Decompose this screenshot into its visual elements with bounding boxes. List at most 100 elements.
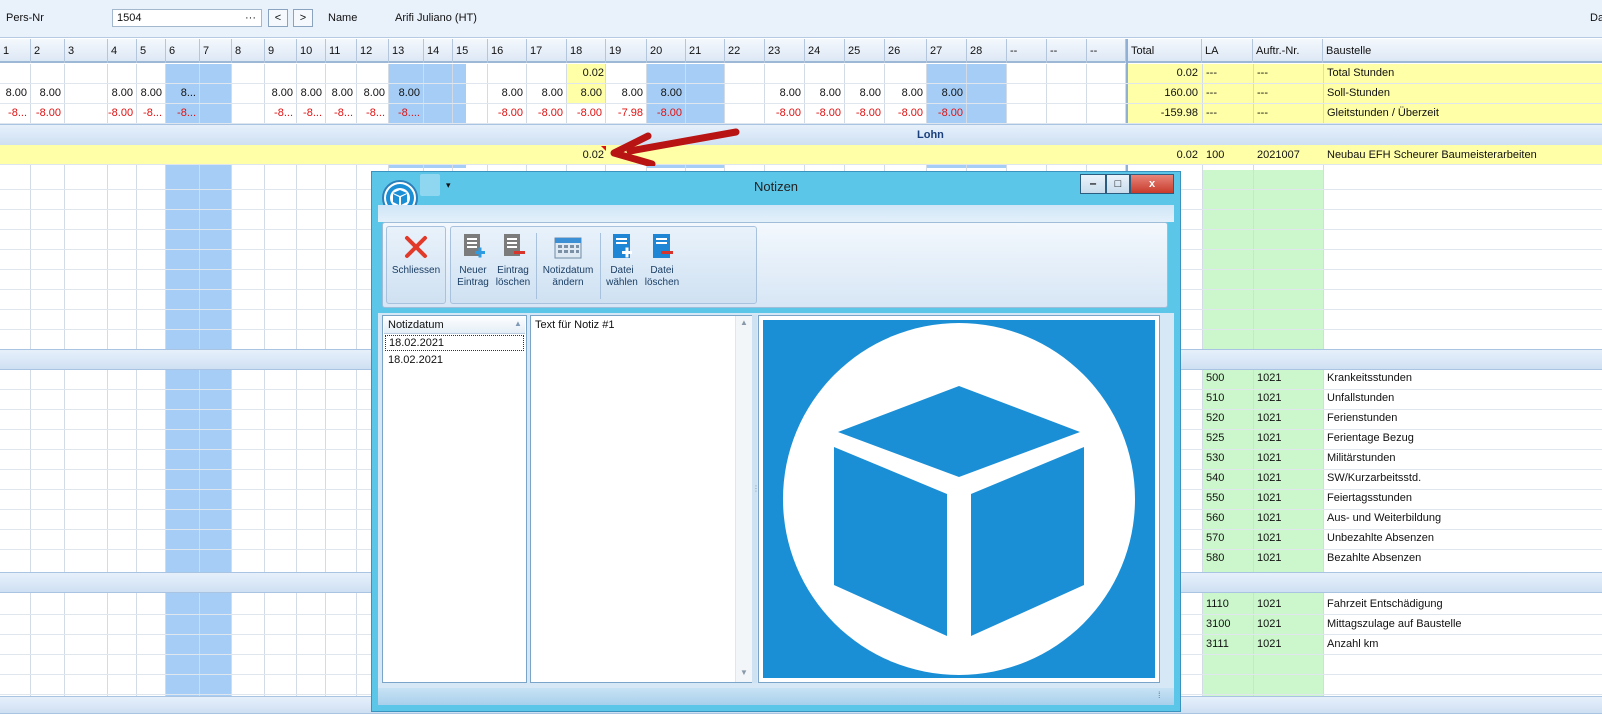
row-la: 550 xyxy=(1206,492,1225,504)
day-header[interactable]: 20 xyxy=(647,39,686,63)
day-header[interactable]: 9 xyxy=(265,39,297,63)
note-date-column-header[interactable]: Notizdatum ▲ xyxy=(384,317,525,334)
day-header[interactable]: 13 xyxy=(389,39,424,63)
delete-entry-label-2: löschen xyxy=(495,277,531,288)
baustelle-header[interactable]: Baustelle xyxy=(1323,39,1602,63)
row-baustelle: Ferienstunden xyxy=(1327,412,1398,424)
maximize-glyph: □ xyxy=(1114,178,1122,190)
row-auftr: 1021 xyxy=(1257,552,1282,564)
day-value: 8.00 xyxy=(5,87,27,99)
day-value: -8... xyxy=(274,107,293,119)
minimize-button[interactable]: ‒ xyxy=(1080,174,1106,194)
next-button[interactable]: > xyxy=(293,9,313,27)
delete-entry-button[interactable]: Eintrag löschen xyxy=(493,231,533,289)
la-header[interactable]: LA xyxy=(1202,39,1253,63)
day-header[interactable]: 27 xyxy=(927,39,967,63)
day-header[interactable]: -- xyxy=(1007,39,1047,63)
annotation-arrow xyxy=(610,128,740,166)
ribbon-separator xyxy=(536,233,537,299)
day-header[interactable]: 16 xyxy=(488,39,527,63)
day-header[interactable]: -- xyxy=(1087,39,1126,63)
day-header[interactable]: 17 xyxy=(527,39,567,63)
note-date-list[interactable]: Notizdatum ▲ 18.02.2021 18.02.2021 xyxy=(382,315,527,683)
calendar-icon xyxy=(554,237,582,259)
day-value: 8... xyxy=(180,87,196,99)
soll-label: Soll-Stunden xyxy=(1327,87,1390,99)
day-header[interactable]: 12 xyxy=(357,39,389,63)
schliessen-label: Schliessen xyxy=(391,265,441,276)
auftr-header[interactable]: Auftr.-Nr. xyxy=(1253,39,1323,63)
note-scrollbar[interactable]: ▲ ▼ xyxy=(735,316,752,682)
day-header[interactable]: 19 xyxy=(606,39,647,63)
lohn-la: 100 xyxy=(1206,149,1225,161)
row-la: 1110 xyxy=(1206,598,1229,610)
day-value: -8.00 xyxy=(497,107,523,119)
day-header[interactable]: 21 xyxy=(686,39,725,63)
day-header[interactable]: 15 xyxy=(453,39,488,63)
day-value: -8.00 xyxy=(897,107,923,119)
day-header[interactable]: 22 xyxy=(725,39,765,63)
delete-entry-label-1: Eintrag xyxy=(497,265,529,276)
row-la: 570 xyxy=(1206,532,1225,544)
choose-file-button[interactable]: Datei wählen xyxy=(604,231,640,289)
note-date-row[interactable]: 18.02.2021 xyxy=(385,352,524,368)
row-la: 520 xyxy=(1206,412,1225,424)
day-header[interactable]: 26 xyxy=(885,39,927,63)
gleit-auftr: --- xyxy=(1257,107,1268,119)
row-la: 560 xyxy=(1206,512,1225,524)
row-la: 525 xyxy=(1206,432,1225,444)
choose-file-label-2: wählen xyxy=(606,277,638,288)
delete-file-label-2: löschen xyxy=(644,277,680,288)
row-la: 500 xyxy=(1206,372,1225,384)
resize-grip-icon[interactable]: ⁞ xyxy=(1158,686,1161,704)
scroll-down-icon[interactable]: ▼ xyxy=(740,664,748,682)
day-header[interactable]: 28 xyxy=(967,39,1007,63)
day-header[interactable]: 6 xyxy=(166,39,200,63)
pane-splitter[interactable]: ⋮ xyxy=(752,315,760,683)
day-value: -8.00 xyxy=(775,107,801,119)
gleit-la: --- xyxy=(1206,107,1217,119)
maximize-button[interactable]: □ xyxy=(1106,174,1130,194)
quick-access-dropdown-icon[interactable]: ▾ xyxy=(446,176,451,194)
close-window-button[interactable]: x xyxy=(1130,174,1174,194)
ellipsis-button[interactable]: ··· xyxy=(245,9,256,27)
new-entry-button[interactable]: Neuer Eintrag xyxy=(455,231,491,289)
delete-file-button[interactable]: Datei löschen xyxy=(642,231,682,289)
day-header[interactable]: 1 xyxy=(0,39,31,63)
soll-la: --- xyxy=(1206,87,1217,99)
note-text-area[interactable]: Text für Notiz #1 ▲ ▼ xyxy=(530,315,752,683)
day-header[interactable]: 7 xyxy=(200,39,232,63)
qat-tab[interactable] xyxy=(420,174,440,196)
total-stunden-auftr: --- xyxy=(1257,67,1268,79)
day-value: -8.00 xyxy=(576,107,602,119)
pers-nr-input[interactable]: 1504 ··· xyxy=(112,9,262,27)
dialog-status-bar: ⁞ xyxy=(378,688,1174,705)
day-header[interactable]: 10 xyxy=(297,39,326,63)
scroll-up-icon[interactable]: ▲ xyxy=(740,314,748,332)
row-auftr: 1021 xyxy=(1257,512,1282,524)
day-header[interactable]: 18 xyxy=(567,39,606,63)
day-header[interactable]: 8 xyxy=(232,39,265,63)
previous-button[interactable]: < xyxy=(268,9,288,27)
day-header[interactable]: 2 xyxy=(31,39,65,63)
total-header[interactable]: Total xyxy=(1128,39,1202,63)
lohn-day18-value[interactable]: 0.02 xyxy=(567,146,604,164)
day-header[interactable]: 3 xyxy=(65,39,108,63)
schliessen-button[interactable]: Schliessen xyxy=(389,231,443,277)
row-baustelle: Unbezahlte Absenzen xyxy=(1327,532,1435,544)
gleit-total: -159.98 xyxy=(1160,107,1198,119)
change-date-button[interactable]: Notizdatum ändern xyxy=(539,231,597,289)
day-header[interactable]: -- xyxy=(1047,39,1087,63)
day-header[interactable]: 4 xyxy=(108,39,137,63)
day-header[interactable]: 14 xyxy=(424,39,453,63)
day-header[interactable]: 24 xyxy=(805,39,845,63)
attachment-image-pane xyxy=(758,315,1160,683)
row-auftr: 1021 xyxy=(1257,412,1282,424)
day-header[interactable]: 25 xyxy=(845,39,885,63)
note-date-row-selected[interactable]: 18.02.2021 xyxy=(385,335,524,351)
date-label: Da xyxy=(1590,12,1602,24)
day-header[interactable]: 11 xyxy=(326,39,357,63)
day-value: -8.00 xyxy=(35,107,61,119)
day-header[interactable]: 23 xyxy=(765,39,805,63)
day-header[interactable]: 5 xyxy=(137,39,166,63)
